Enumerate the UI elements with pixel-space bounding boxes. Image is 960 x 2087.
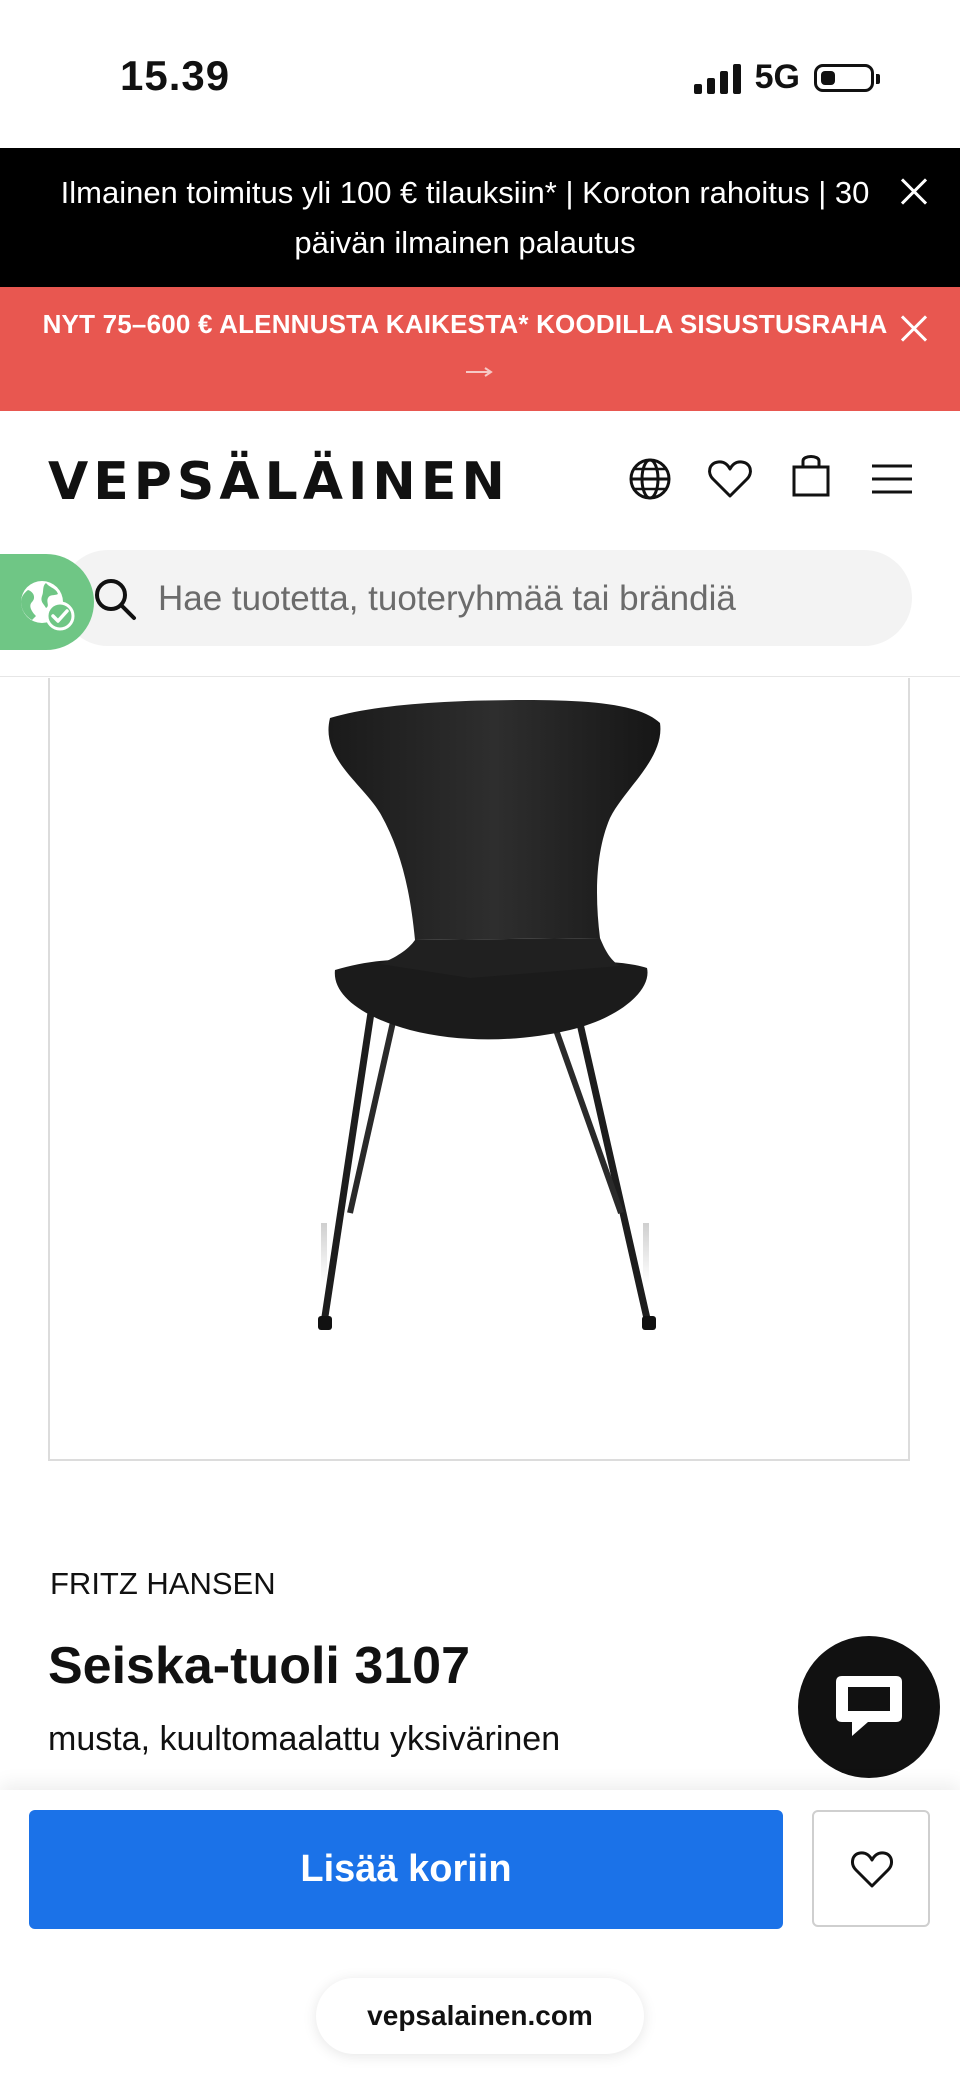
bottom-action-bar: Lisää koriin vepsalainen.com [0,1790,960,2087]
chat-button[interactable] [798,1636,940,1778]
heart-icon [851,1851,893,1888]
eco-globe-icon [21,581,75,631]
logo[interactable]: VEPSÄLÄINEN [48,452,510,512]
promo-banner[interactable]: NYT 75–600 € ALENNUSTA KAIKESTA* KOODILL… [0,287,960,411]
chat-bubble-icon [836,1676,902,1736]
wishlist-button[interactable] [812,1810,930,1927]
status-indicators: 5G [693,58,880,97]
battery-icon [814,63,880,92]
add-to-cart-button[interactable]: Lisää koriin [29,1810,783,1929]
network-label: 5G [754,58,800,96]
browser-url-bar[interactable]: vepsalainen.com [316,1978,644,2054]
eco-badge[interactable] [0,554,94,650]
menu-icon[interactable] [868,455,916,503]
search-bar[interactable] [60,550,912,648]
header-divider [0,676,960,677]
site-header: VEPSÄLÄINEN [0,411,960,541]
close-icon[interactable] [894,172,934,212]
status-bar: 15.39 5G [0,0,960,148]
close-icon[interactable] [894,309,934,349]
product-image[interactable] [48,678,910,1461]
product-variant: musta, kuultomaalattu yksivärinen [48,1720,561,1758]
signal-icon [693,62,741,94]
status-time: 15.39 [120,52,231,99]
heart-icon[interactable] [706,455,754,503]
product-brand[interactable]: FRITZ HANSEN [50,1566,276,1602]
shopping-bag-icon[interactable] [787,451,835,499]
search-input[interactable] [156,550,880,648]
arrow-right-icon [466,367,493,377]
globe-icon[interactable] [626,455,674,503]
promo-banner-text: NYT 75–600 € ALENNUSTA KAIKESTA* KOODILL… [42,309,888,339]
chair-illustration [318,700,661,1330]
search-icon [95,579,136,620]
shipping-banner-text: Ilmainen toimitus yli 100 € tilauksiin* … [60,175,870,260]
shipping-banner: Ilmainen toimitus yli 100 € tilauksiin* … [0,148,960,287]
product-title: Seiska-tuoli 3107 [48,1637,470,1695]
